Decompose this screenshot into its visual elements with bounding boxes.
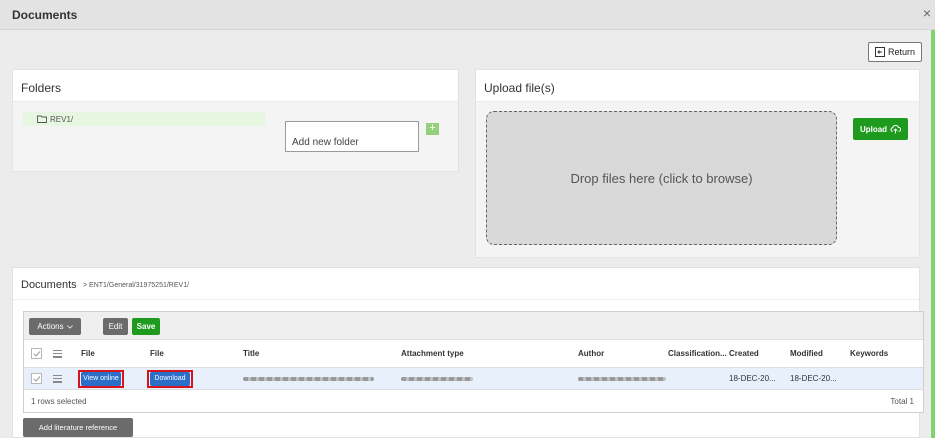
exit-icon	[874, 47, 885, 57]
redacted-author	[578, 376, 666, 381]
upload-panel: Upload file(s) Drop files here (click to…	[475, 69, 920, 258]
folders-body: REV1/ +	[13, 102, 458, 171]
attachment-type-cell	[401, 368, 473, 389]
row-menu-icon[interactable]	[53, 374, 62, 383]
title-cell	[243, 368, 374, 389]
folders-header: Folders	[13, 70, 458, 102]
check-icon	[33, 375, 40, 382]
row-checkbox[interactable]	[31, 373, 42, 384]
column-header-file-2[interactable]: File	[150, 340, 164, 367]
folder-item-rev1[interactable]: REV1/	[23, 112, 265, 126]
return-label: Return	[887, 47, 915, 57]
column-header-keywords[interactable]: Keywords	[850, 340, 888, 367]
window-title: Documents	[12, 8, 78, 22]
actions-label: Actions	[37, 322, 64, 331]
selected-count: 1 rows selected	[31, 396, 87, 406]
row-menu-cell	[53, 368, 62, 389]
column-header-title[interactable]: Title	[243, 340, 259, 367]
column-header-file[interactable]: File	[81, 340, 95, 367]
column-header-classification[interactable]: Classification...	[668, 340, 728, 367]
chevron-down-icon	[66, 324, 73, 329]
upload-body: Drop files here (click to browse) Upload	[476, 102, 919, 257]
column-header-attachment-type[interactable]: Attachment type	[401, 340, 464, 367]
check-icon	[33, 350, 40, 357]
grid-toolbar: Actions Edit Save	[24, 312, 923, 340]
documents-grid: Actions Edit Save File File Title Attach…	[23, 311, 924, 413]
folder-icon	[37, 115, 47, 123]
add-folder-button[interactable]: +	[426, 123, 439, 135]
total-count: Total 1	[890, 396, 914, 406]
redacted-attachment-type	[401, 376, 473, 381]
documents-title: Documents	[21, 279, 77, 291]
folder-label: REV1/	[50, 114, 74, 124]
folders-panel: Folders REV1/ +	[12, 69, 459, 172]
column-header-created[interactable]: Created	[729, 340, 759, 367]
edit-button[interactable]: Edit	[103, 318, 128, 335]
grid-header-row: File File Title Attachment type Author C…	[24, 340, 923, 368]
created-cell: 18-DEC-20...	[729, 374, 776, 383]
close-icon[interactable]: ×	[923, 6, 931, 20]
actions-button[interactable]: Actions	[29, 318, 81, 335]
upload-label: Upload	[859, 124, 888, 134]
column-header-modified[interactable]: Modified	[790, 340, 823, 367]
folders-title: Folders	[21, 81, 62, 95]
documents-header: Documents > ENT1/General/31975251/REV1/	[13, 268, 919, 300]
modified-cell: 18-DEC-20...	[790, 374, 837, 383]
grid-footer: 1 rows selected Total 1	[24, 390, 923, 412]
return-button[interactable]: Return	[868, 42, 922, 62]
dropzone-text: Drop files here (click to browse)	[570, 170, 753, 186]
table-row[interactable]: View online Download 18-DEC-20... 18-DEC…	[24, 368, 923, 390]
column-header-author[interactable]: Author	[578, 340, 604, 367]
save-button[interactable]: Save	[132, 318, 160, 335]
upload-title: Upload file(s)	[484, 81, 555, 95]
right-accent-bar	[931, 30, 935, 438]
row-select-cell	[31, 368, 42, 389]
cloud-upload-icon	[890, 124, 902, 134]
file-dropzone[interactable]: Drop files here (click to browse)	[486, 111, 837, 245]
new-folder-input[interactable]	[285, 121, 419, 152]
upload-header: Upload file(s)	[476, 70, 919, 102]
window-titlebar: Documents ×	[0, 0, 935, 30]
select-all-checkbox[interactable]	[31, 348, 42, 359]
column-menu-icon[interactable]	[53, 349, 62, 358]
header-menu-cell	[53, 340, 62, 367]
download-highlight	[147, 370, 193, 388]
add-literature-reference-button[interactable]: Add literature reference	[23, 418, 133, 437]
redacted-title	[243, 376, 374, 381]
view-online-highlight	[78, 370, 124, 388]
documents-path-breadcrumb: > ENT1/General/31975251/REV1/	[83, 282, 190, 289]
documents-panel: Documents > ENT1/General/31975251/REV1/ …	[12, 267, 924, 438]
upload-button[interactable]: Upload	[853, 118, 908, 140]
author-cell	[578, 368, 666, 389]
select-all-cell	[31, 340, 42, 367]
